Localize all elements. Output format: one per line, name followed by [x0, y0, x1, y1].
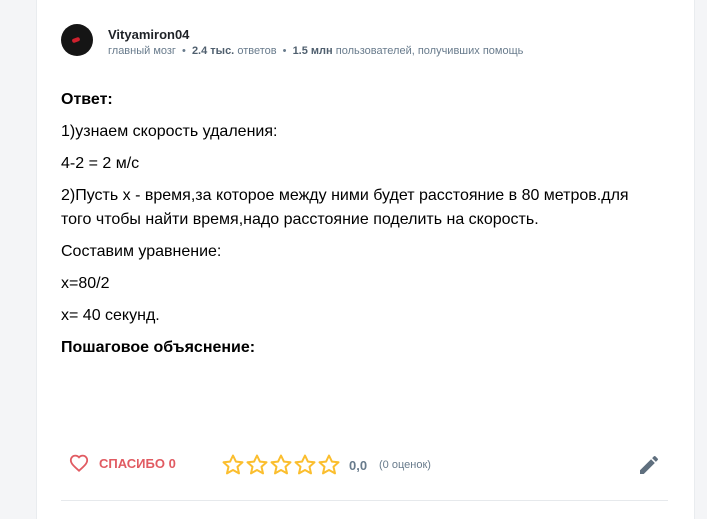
answer-line: 4-2 = 2 м/с	[61, 155, 140, 172]
answer-content: Ответ: 1)узнаем скорость удаления: 4-2 =…	[61, 88, 641, 368]
helped-label: пользователей, получивших помощь	[335, 45, 524, 57]
edit-button[interactable]	[637, 453, 661, 477]
thanks-button[interactable]: СПАСИБО 0	[69, 454, 176, 472]
rating-value: 0,0	[349, 458, 368, 473]
divider	[61, 500, 668, 501]
answer-line: 1)узнаем скорость удаления:	[61, 123, 278, 140]
answer-card: Vityamiron04 главный мозг • 2.4 тыс. отв…	[36, 0, 695, 519]
explanation-heading: Пошаговое объяснение:	[61, 339, 256, 356]
answer-heading: Ответ:	[61, 91, 113, 108]
pencil-icon	[640, 455, 659, 474]
answer-line: 2)Пусть х - время,за которое между ними …	[61, 187, 629, 228]
answer-footer: СПАСИБО 0 0,0 (0 оценок)	[61, 450, 671, 480]
rating-count: (0 оценок)	[379, 459, 431, 471]
star-icon[interactable]	[221, 453, 245, 477]
answer-line: х= 40 секунд.	[61, 307, 160, 324]
star-icon[interactable]	[293, 453, 317, 477]
rating-stars[interactable]	[221, 453, 341, 477]
star-icon[interactable]	[269, 453, 293, 477]
answer-line: Составим уравнение:	[61, 243, 222, 260]
star-icon[interactable]	[317, 453, 341, 477]
answers-label: ответов	[237, 45, 277, 57]
heart-icon	[69, 454, 89, 472]
answer-line: х=80/2	[61, 275, 110, 292]
answers-count: 2.4 тыс.	[191, 45, 235, 57]
helped-count: 1.5 млн	[292, 45, 333, 57]
star-icon[interactable]	[245, 453, 269, 477]
author-meta: главный мозг • 2.4 тыс. ответов • 1.5 мл…	[108, 45, 524, 57]
avatar[interactable]	[61, 24, 93, 56]
author-rank: главный мозг	[108, 45, 176, 57]
thanks-label: СПАСИБО 0	[99, 455, 176, 471]
author-username[interactable]: Vityamiron04	[108, 27, 189, 42]
